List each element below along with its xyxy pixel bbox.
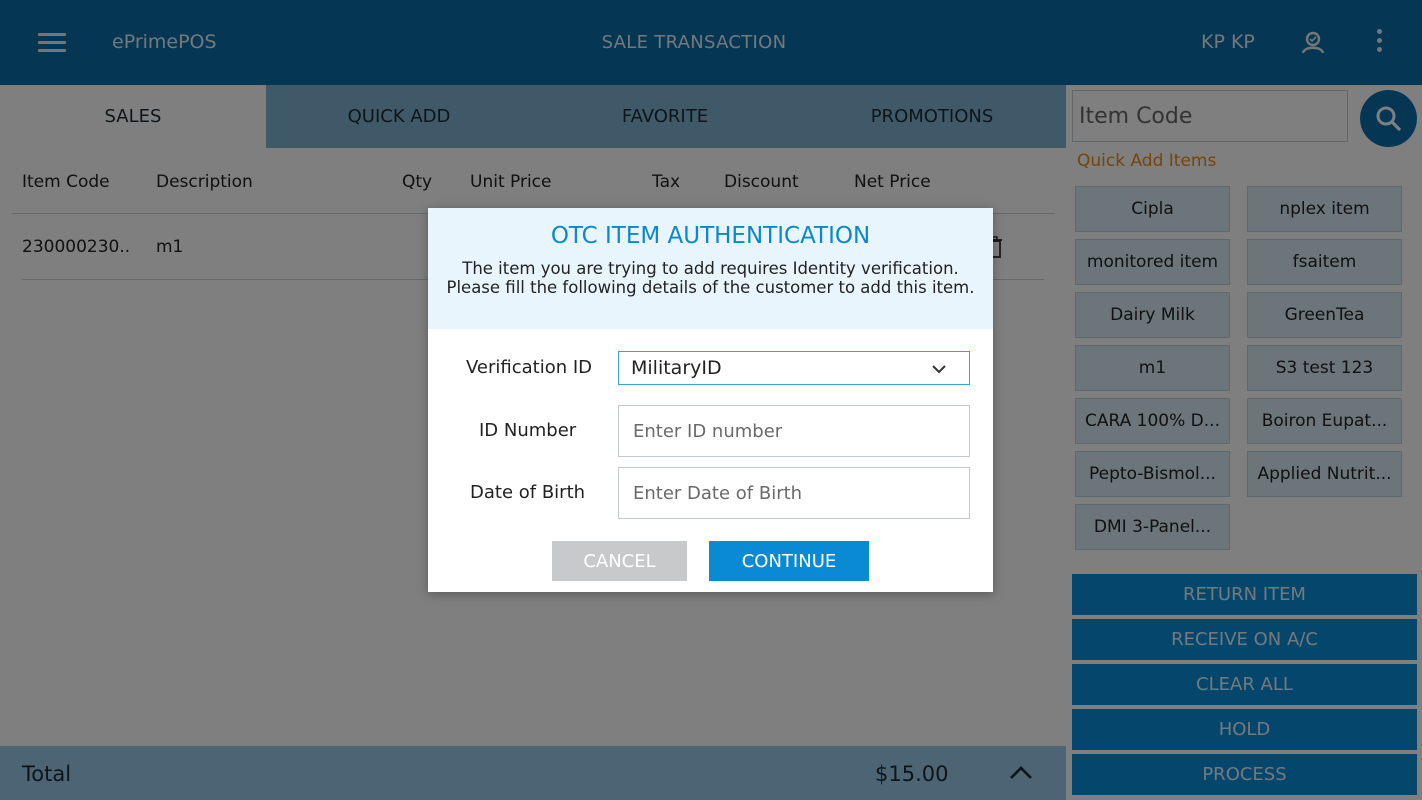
date-of-birth-label: Date of Birth xyxy=(470,482,586,503)
verification-id-value: MilitaryID xyxy=(631,357,722,379)
id-number-field[interactable] xyxy=(618,405,970,457)
continue-button[interactable]: CONTINUE xyxy=(709,541,869,581)
id-number-label: ID Number xyxy=(479,420,577,441)
dialog-message: The item you are trying to add requires … xyxy=(446,259,975,297)
dialog-header: OTC ITEM AUTHENTICATION The item you are… xyxy=(428,208,993,329)
verification-id-label: Verification ID xyxy=(466,357,593,378)
cancel-button[interactable]: CANCEL xyxy=(552,541,687,581)
verification-id-select[interactable]: MilitaryID xyxy=(618,351,970,385)
otc-authentication-dialog: OTC ITEM AUTHENTICATION The item you are… xyxy=(428,208,993,592)
dialog-title: OTC ITEM AUTHENTICATION xyxy=(550,223,871,249)
chevron-down-icon xyxy=(932,365,946,374)
date-of-birth-field[interactable] xyxy=(618,467,970,519)
